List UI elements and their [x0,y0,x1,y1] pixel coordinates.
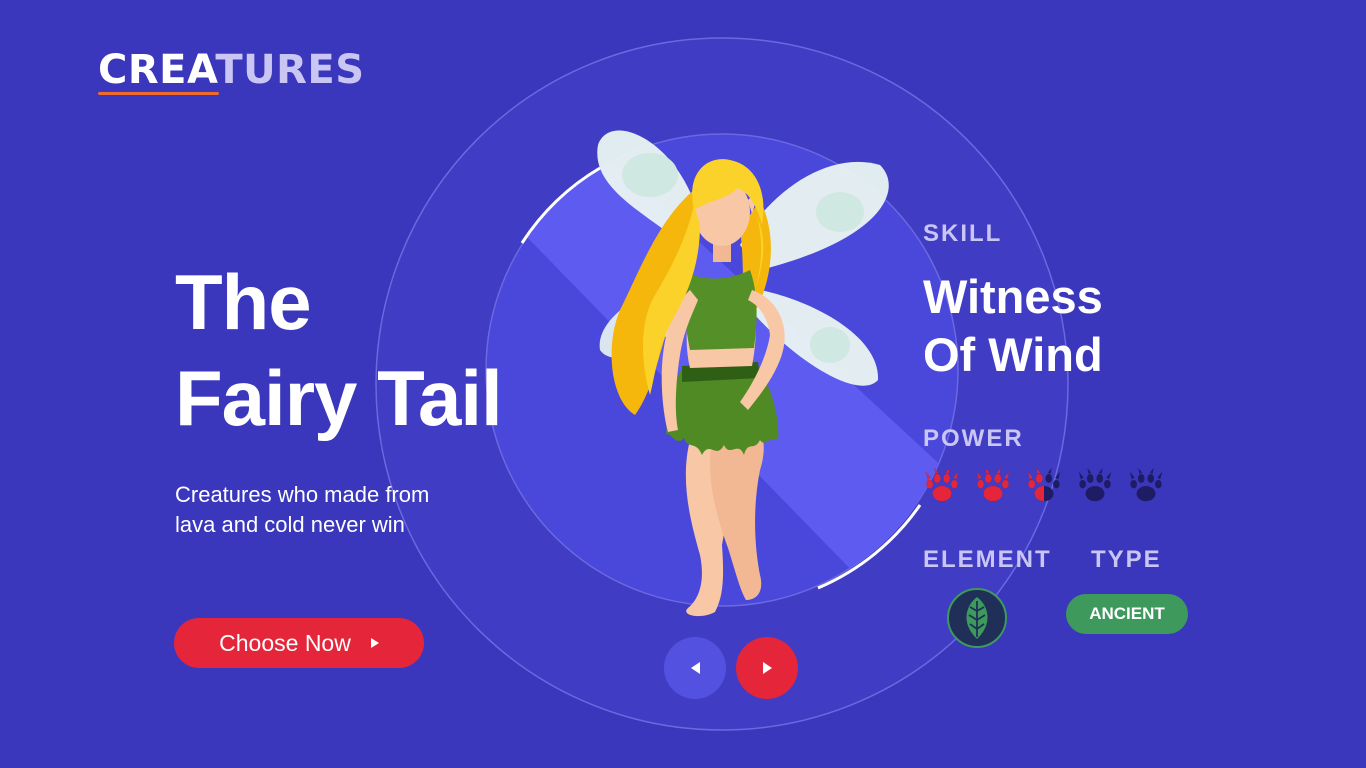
chevron-right-icon [762,662,772,674]
power-label: POWER [923,425,1024,452]
paw-icon [1078,468,1112,502]
power-rating [923,468,1165,506]
hero-subtitle-line1: Creatures who made from [175,482,430,507]
leaf-icon [947,588,1007,648]
skill-label: SKILL [923,220,1003,247]
paw-icon [1129,468,1163,502]
type-badge: ANCIENT [1066,594,1188,634]
type-badge-label: ANCIENT [1089,604,1165,623]
hero-subtitle: Creatures who made from lava and cold ne… [175,480,505,540]
skill-name-line2: Of Wind [923,328,1103,381]
choose-now-label: Choose Now [219,629,351,656]
paw-icon [925,468,959,502]
element-label: ELEMENT [923,546,1052,573]
choose-now-button[interactable]: Choose Now [174,618,424,668]
hero-title: The Fairy Tail [175,254,503,446]
skill-name: Witness Of Wind [923,268,1103,384]
paw-icon [976,468,1010,502]
hero-title-line1: The [175,258,312,346]
hero-title-line2: Fairy Tail [175,354,503,442]
chevron-left-icon [690,662,700,674]
carousel-next-button[interactable] [736,637,798,699]
carousel-prev-button[interactable] [664,637,726,699]
play-arrow-icon [370,638,379,648]
type-label: TYPE [1091,546,1162,573]
skill-name-line1: Witness [923,270,1103,323]
paw-icon [1027,468,1061,502]
hero-subtitle-line2: lava and cold never win [175,512,405,537]
